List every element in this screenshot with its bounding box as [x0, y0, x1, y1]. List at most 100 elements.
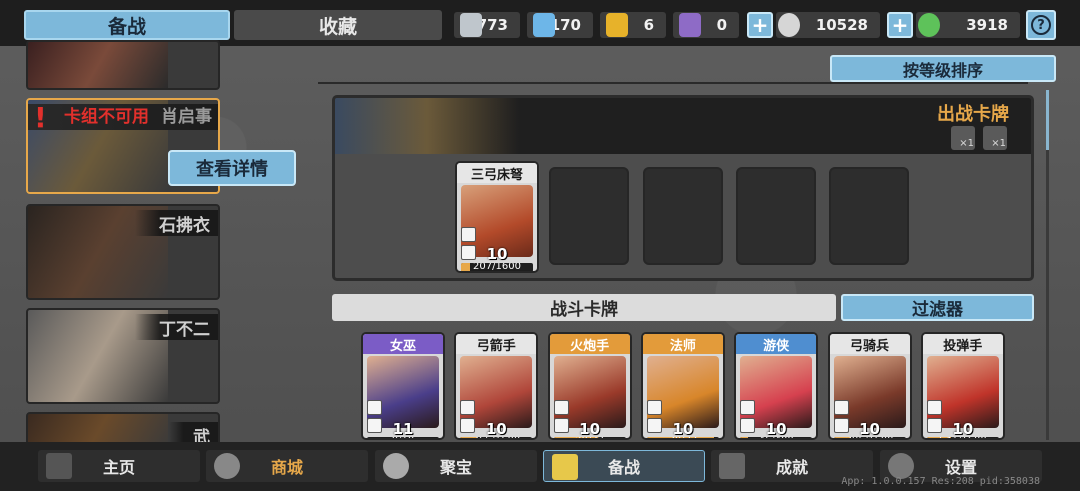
empty-deck-slot[interactable]	[829, 167, 909, 265]
help-button[interactable]: ?	[1026, 10, 1056, 40]
resource-purple-badge: 0	[673, 12, 739, 38]
hero-portrait	[28, 42, 168, 88]
resource-value: 0	[716, 16, 727, 34]
progress-text: 541/1600	[927, 437, 999, 438]
progress-text: 0/10	[367, 437, 439, 438]
resource-silver-coin: 10528	[776, 12, 880, 38]
progress-text: 30/32	[647, 437, 719, 438]
hero-name: 石拂衣	[135, 210, 218, 236]
card-icon	[552, 454, 578, 480]
scrollbar-thumb[interactable]	[1046, 90, 1049, 150]
nav-label: 商城	[270, 458, 303, 477]
card-progress: 20/32	[553, 437, 626, 438]
nav-home[interactable]: 主页	[38, 450, 200, 482]
card-level: 11	[392, 420, 414, 438]
card-progress: 0/10	[367, 437, 439, 438]
resource-value: 10528	[815, 16, 868, 34]
progress-text: 207/1600	[473, 263, 521, 272]
tab-prepare[interactable]: 备战	[24, 10, 230, 40]
card-level: 10	[952, 420, 974, 438]
nav-label: 成就	[775, 458, 808, 477]
card-progress: 541/1600	[926, 437, 999, 438]
resource-silver-shield: 773	[454, 12, 520, 38]
deck-title: 出战卡牌	[937, 104, 1009, 125]
sort-by-level-button[interactable]: 按等级排序	[830, 55, 1056, 82]
empty-deck-slot[interactable]	[736, 167, 816, 265]
gold-badge-icon	[606, 13, 628, 37]
divider	[318, 82, 1028, 84]
card-level: 10	[579, 420, 601, 438]
resource-blue-crystal: 170	[527, 12, 593, 38]
nav-label: 设置	[944, 458, 977, 477]
add-gems-button[interactable]: +	[887, 12, 913, 38]
filter-button[interactable]: 过滤器	[841, 294, 1034, 321]
card-count-icon: ×1	[951, 126, 975, 150]
hero-slot[interactable]: 丁不二	[26, 308, 220, 404]
coins-icon	[214, 453, 240, 479]
unit-type-icon	[833, 400, 849, 415]
nav-label: 主页	[102, 458, 135, 477]
deck-card[interactable]: 三弓床弩 10 207/1600	[455, 161, 539, 273]
unit-type-icon	[460, 400, 476, 415]
unit-type-icon	[367, 400, 382, 415]
empty-deck-slot[interactable]	[549, 167, 629, 265]
resource-value: 3918	[966, 16, 1008, 34]
card-progress: 30/32	[646, 437, 719, 438]
card-level: 10	[859, 420, 880, 438]
card-level: 10	[486, 245, 508, 263]
view-details-button[interactable]: 查看详情	[168, 150, 296, 186]
battle-card[interactable]: 投弹手 10541/1600	[920, 332, 1005, 440]
silver-coin-icon	[778, 13, 800, 37]
wall-count-icon: ×1	[983, 126, 1007, 150]
tab-collection[interactable]: 收藏	[234, 10, 442, 40]
unit-type-icon	[553, 400, 569, 415]
warning-icon: !	[34, 101, 47, 134]
wall-type-icon	[461, 227, 476, 242]
card-name: 投弹手	[922, 334, 1003, 354]
resource-gold-badge: 6	[600, 12, 666, 38]
resource-value: 6	[643, 16, 654, 34]
nav-prepare[interactable]: 备战	[543, 450, 705, 482]
deck-hero-banner	[335, 98, 519, 154]
progress-text: 20/32	[554, 437, 626, 438]
hero-name: 丁不二	[135, 314, 218, 340]
battle-card[interactable]: 游侠 1046/400	[734, 332, 819, 440]
treasure-bowl-icon	[383, 453, 409, 479]
deck-unavailable-banner: ! 卡组不可用 肖启事	[28, 102, 218, 134]
card-name: 弓箭手	[456, 334, 537, 354]
deck-panel: 出战卡牌 ×1 ×1 三弓床弩 10 207/1600	[332, 95, 1034, 281]
hero-slot[interactable]: 石拂衣	[26, 204, 220, 300]
nav-label: 备战	[607, 458, 640, 477]
battle-card[interactable]: 法师 1030/32	[640, 332, 725, 440]
home-icon	[46, 453, 72, 479]
card-progress: 365/1600	[460, 437, 533, 438]
nav-shop[interactable]: 商城	[206, 450, 368, 482]
card-name: 弓骑兵	[829, 334, 910, 354]
silver-shield-icon	[460, 13, 482, 37]
purple-badge-icon	[679, 13, 701, 37]
card-level: 10	[672, 420, 694, 438]
nav-treasure[interactable]: 聚宝	[375, 450, 537, 482]
battle-card[interactable]: 弓箭手 10365/1600	[454, 332, 539, 440]
hero-slot-top[interactable]	[26, 40, 220, 90]
nav-label: 聚宝	[439, 458, 472, 477]
empty-deck-slot[interactable]	[643, 167, 723, 265]
question-icon: ?	[1031, 15, 1051, 35]
unit-type-icon	[926, 400, 942, 415]
card-progress: 46/400	[740, 437, 813, 438]
blue-crystal-icon	[533, 13, 555, 37]
unit-type-icon	[740, 400, 756, 415]
card-name: 游侠	[736, 334, 817, 354]
green-gem-icon	[918, 13, 940, 37]
battle-cards-title: 战斗卡牌	[332, 294, 836, 321]
add-coins-button[interactable]: +	[747, 12, 773, 38]
battle-card[interactable]: 女巫 110/10	[361, 332, 445, 440]
achievements-icon	[719, 453, 745, 479]
card-progress: 207/1600	[461, 263, 533, 272]
unit-type-icon	[646, 400, 662, 415]
battle-card[interactable]: 火炮手 1020/32	[547, 332, 632, 440]
card-progress: 386/1600	[833, 437, 906, 438]
card-name: 火炮手	[549, 334, 630, 354]
progress-text: 365/1600	[460, 437, 532, 438]
battle-card[interactable]: 弓骑兵 10386/1600	[827, 332, 912, 440]
